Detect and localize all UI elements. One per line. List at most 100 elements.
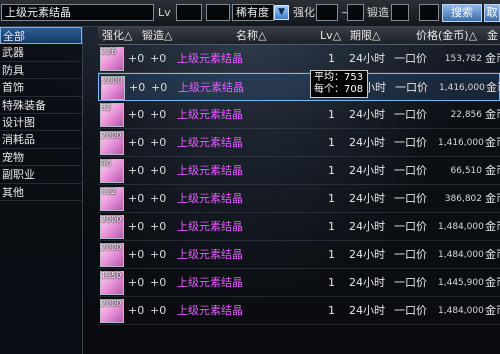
forge-value: +0 xyxy=(151,81,168,94)
search-bar: 上级元素结晶 Lv 稀有度 ▼ 强化 ~ 锻造 搜索 取消 xyxy=(0,0,500,27)
item-price: 1,416,000 xyxy=(438,138,484,148)
table-row[interactable]: 2000 +0 +0 上级元素结晶 1 24小时一口价 1,484,000金币 xyxy=(98,213,500,241)
crystal-icon: 2000 xyxy=(101,76,125,100)
header-price[interactable]: 价格(金币)△ xyxy=(416,27,477,44)
table-row[interactable]: 32 +0 +0 上级元素结晶 1 24小时一口价 22,856金币 xyxy=(98,101,500,129)
item-name: 上级元素结晶 xyxy=(177,52,243,65)
price-currency: 金币 xyxy=(485,304,500,317)
sale-type: 一口价 xyxy=(395,81,428,94)
category-item[interactable]: 武器 xyxy=(0,44,82,62)
item-name: 上级元素结晶 xyxy=(177,276,243,289)
sale-type: 一口价 xyxy=(394,192,427,205)
forge-value: +0 xyxy=(150,164,167,177)
lv-min-input[interactable] xyxy=(176,4,202,21)
stack-count: 90 xyxy=(101,159,112,168)
results-table: 强化△ 锻造△ 名称△ Lv△ 期限△ 价格(金币)△ 金 226 +0 +0 上级元… xyxy=(98,27,500,354)
price-currency: 金币 xyxy=(485,52,500,65)
keyword-input[interactable]: 上级元素结晶 xyxy=(1,4,154,21)
category-item[interactable]: 防具 xyxy=(0,62,82,80)
item-price: 1,416,000 xyxy=(439,83,485,93)
category-item[interactable]: 特殊装备 xyxy=(0,97,82,114)
crystal-icon: 522 xyxy=(100,187,124,211)
sale-type: 一口价 xyxy=(394,304,427,317)
stack-count: 2000 xyxy=(101,299,122,308)
header-name[interactable]: 名称△ xyxy=(236,27,266,44)
item-level: 1 xyxy=(328,108,335,121)
item-price: 1,445,900 xyxy=(438,278,484,288)
stack-count: 1950 xyxy=(101,271,122,280)
enhance-value: +0 xyxy=(128,304,145,317)
table-row[interactable]: 2000+0+0上级元素结晶124小时一口价1,416,000金币 xyxy=(98,73,500,101)
item-level: 1 xyxy=(328,276,335,289)
forge-value: +0 xyxy=(150,304,167,317)
item-duration: 24小时 xyxy=(349,108,385,121)
forge-min-input[interactable] xyxy=(391,4,409,21)
header-currency: 金 xyxy=(487,29,498,42)
item-price: 386,802 xyxy=(444,194,482,204)
item-name: 上级元素结晶 xyxy=(177,248,243,261)
price-currency: 金币 xyxy=(486,81,500,94)
item-level: 1 xyxy=(328,136,335,149)
item-duration: 24小时 xyxy=(349,136,385,149)
crystal-icon: 1950 xyxy=(100,271,124,295)
rarity-select[interactable]: 稀有度 xyxy=(232,4,274,21)
enhance-value: +0 xyxy=(128,108,145,121)
price-currency: 金币 xyxy=(485,276,500,289)
tooltip-each: 每个：708 xyxy=(314,84,364,95)
table-row[interactable]: 2000 +0 +0 上级元素结晶 1 24小时一口价 1,484,000金币 xyxy=(98,241,500,269)
lv-label: Lv xyxy=(158,6,171,19)
table-row[interactable]: 522 +0 +0 上级元素结晶 1 24小时一口价 386,802金币 xyxy=(98,185,500,213)
item-duration: 24小时 xyxy=(349,276,385,289)
category-item[interactable]: 设计图 xyxy=(0,114,82,132)
table-row[interactable]: 226 +0 +0 上级元素结晶 1 24小时一口价 153,782金币 xyxy=(98,45,500,73)
category-item[interactable]: 全部 xyxy=(0,27,82,45)
forge-label: 锻造 xyxy=(367,6,389,19)
enhance-value: +0 xyxy=(128,220,145,233)
category-item[interactable]: 宠物 xyxy=(0,149,82,167)
category-item[interactable]: 首饰 xyxy=(0,79,82,97)
enhance-value: +0 xyxy=(128,276,145,289)
item-name: 上级元素结晶 xyxy=(177,108,243,121)
stack-count: 2000 xyxy=(102,76,123,85)
item-name: 上级元素结晶 xyxy=(177,164,243,177)
table-row[interactable]: 90 +0 +0 上级元素结晶 1 24小时一口价 66,510金币 xyxy=(98,157,500,185)
enhance-value: +0 xyxy=(129,81,146,94)
category-item[interactable]: 其他 xyxy=(0,184,82,201)
sale-type: 一口价 xyxy=(394,52,427,65)
forge-max-input[interactable] xyxy=(419,4,439,21)
item-duration: 24小时 xyxy=(349,248,385,261)
item-level: 1 xyxy=(328,192,335,205)
crystal-icon: 2000 xyxy=(100,299,124,323)
item-name: 上级元素结晶 xyxy=(177,136,243,149)
enhance-max-input[interactable] xyxy=(347,4,364,21)
category-item[interactable]: 副职业 xyxy=(0,166,82,184)
table-row[interactable]: 2000 +0 +0 上级元素结晶 1 24小时一口价 1,484,000金币 xyxy=(98,297,500,325)
rarity-dropdown-icon[interactable]: ▼ xyxy=(274,5,289,20)
price-currency: 金币 xyxy=(485,192,500,205)
crystal-icon: 2000 xyxy=(100,215,124,239)
search-button[interactable]: 搜索 xyxy=(442,4,482,22)
header-lv[interactable]: Lv△ xyxy=(320,27,341,44)
crystal-icon: 90 xyxy=(100,159,124,183)
item-name: 上级元素结晶 xyxy=(178,81,244,94)
price-currency: 金币 xyxy=(485,220,500,233)
table-row[interactable]: 1950 +0 +0 上级元素结晶 1 24小时一口价 1,445,900金币 xyxy=(98,269,500,297)
lv-max-input[interactable] xyxy=(206,4,230,21)
header-forge[interactable]: 锻造△ xyxy=(142,27,172,44)
item-name: 上级元素结晶 xyxy=(177,304,243,317)
item-level: 1 xyxy=(328,52,335,65)
item-name: 上级元素结晶 xyxy=(177,220,243,233)
enhance-label: 强化 xyxy=(293,6,315,19)
item-duration: 24小时 xyxy=(349,304,385,317)
forge-value: +0 xyxy=(150,108,167,121)
cancel-button[interactable]: 取消 xyxy=(484,4,500,22)
item-level: 1 xyxy=(328,304,335,317)
table-row[interactable]: 2000+0+0上级元素结晶124小时一口价1,416,000金币 xyxy=(98,129,500,157)
header-enhance[interactable]: 强化△ xyxy=(102,27,132,44)
forge-value: +0 xyxy=(150,220,167,233)
enhance-min-input[interactable] xyxy=(316,4,338,21)
header-duration[interactable]: 期限△ xyxy=(350,27,380,44)
category-item[interactable]: 消耗品 xyxy=(0,131,82,149)
enhance-value: +0 xyxy=(128,192,145,205)
stack-count: 2000 xyxy=(101,131,122,140)
